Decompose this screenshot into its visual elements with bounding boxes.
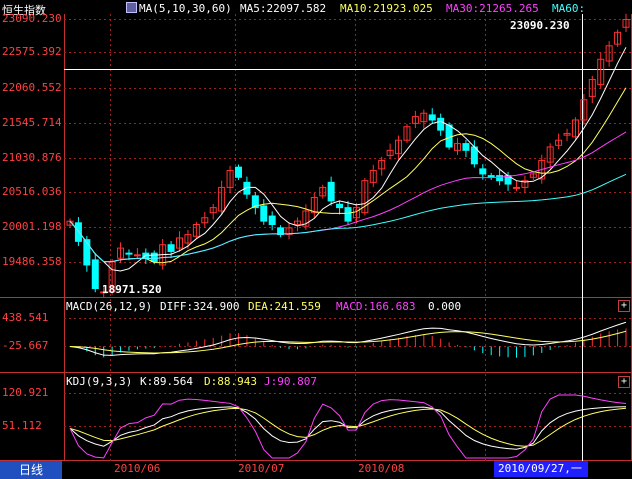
macd-tick: 438.541 bbox=[2, 311, 49, 324]
macd-label: MACD(26,12,9) bbox=[66, 300, 153, 313]
kdj-d: D:88.943 bbox=[204, 375, 257, 388]
kdj-j: J:90.807 bbox=[264, 375, 317, 388]
macd-tick: -25.667 bbox=[2, 339, 49, 352]
kdj-tick: 120.921 bbox=[2, 386, 49, 399]
x-axis-month: 2010/08 bbox=[358, 462, 405, 475]
candle-body bbox=[462, 143, 470, 151]
macd-zero: 0.000 bbox=[428, 300, 462, 313]
kdj-panel bbox=[69, 394, 627, 459]
chart-canvas[interactable] bbox=[0, 0, 632, 479]
candle-body bbox=[496, 175, 504, 182]
candle-body bbox=[150, 252, 158, 263]
low-price-tag: 18971.520 bbox=[102, 283, 162, 296]
kdj-label: KDJ(9,3,3) bbox=[66, 375, 133, 388]
candle-body bbox=[327, 181, 335, 202]
candle-body bbox=[344, 207, 352, 222]
cursor-date-label: 2010/09/27,一 bbox=[494, 461, 588, 477]
dea-line bbox=[69, 330, 627, 354]
tab-daily[interactable]: 日线 bbox=[0, 461, 62, 479]
ma10-line bbox=[69, 87, 627, 264]
candle-body bbox=[268, 215, 276, 225]
ma30-line bbox=[69, 131, 627, 263]
candle-body bbox=[74, 222, 82, 242]
macd-expand-button[interactable]: + bbox=[618, 300, 630, 312]
candle-body bbox=[428, 114, 436, 121]
candle-body bbox=[234, 166, 242, 178]
candle-body bbox=[91, 259, 99, 290]
candle-body bbox=[167, 244, 175, 252]
candle-body bbox=[260, 205, 268, 222]
candle-body bbox=[479, 168, 487, 175]
kdj-tick: 51.112 bbox=[2, 419, 42, 432]
macd-hist: MACD:166.683 bbox=[336, 300, 416, 313]
kdj-expand-button[interactable]: + bbox=[618, 376, 630, 388]
candle-body bbox=[133, 254, 141, 257]
candle-body bbox=[125, 252, 133, 255]
stock-chart-window: 恒生指数 MA(5,10,30,60) MA5:22097.582 MA10:2… bbox=[0, 0, 632, 479]
macd-dea: DEA:241.559 bbox=[248, 300, 321, 313]
candle-body bbox=[83, 239, 91, 266]
high-price-tag: 23090.230 bbox=[510, 19, 570, 32]
candle-body bbox=[445, 124, 453, 148]
macd-diff: DIFF:324.900 bbox=[160, 300, 240, 313]
candle-body bbox=[437, 117, 445, 131]
candle-body bbox=[512, 186, 520, 189]
diff-line bbox=[69, 321, 627, 356]
k-line bbox=[69, 406, 627, 450]
x-axis-month: 2010/07 bbox=[238, 462, 285, 475]
kdj-k: K:89.564 bbox=[140, 375, 193, 388]
ma5-line bbox=[69, 47, 627, 272]
candle-body bbox=[336, 203, 344, 209]
macd-panel bbox=[69, 321, 627, 358]
x-axis-month: 2010/06 bbox=[114, 462, 161, 475]
